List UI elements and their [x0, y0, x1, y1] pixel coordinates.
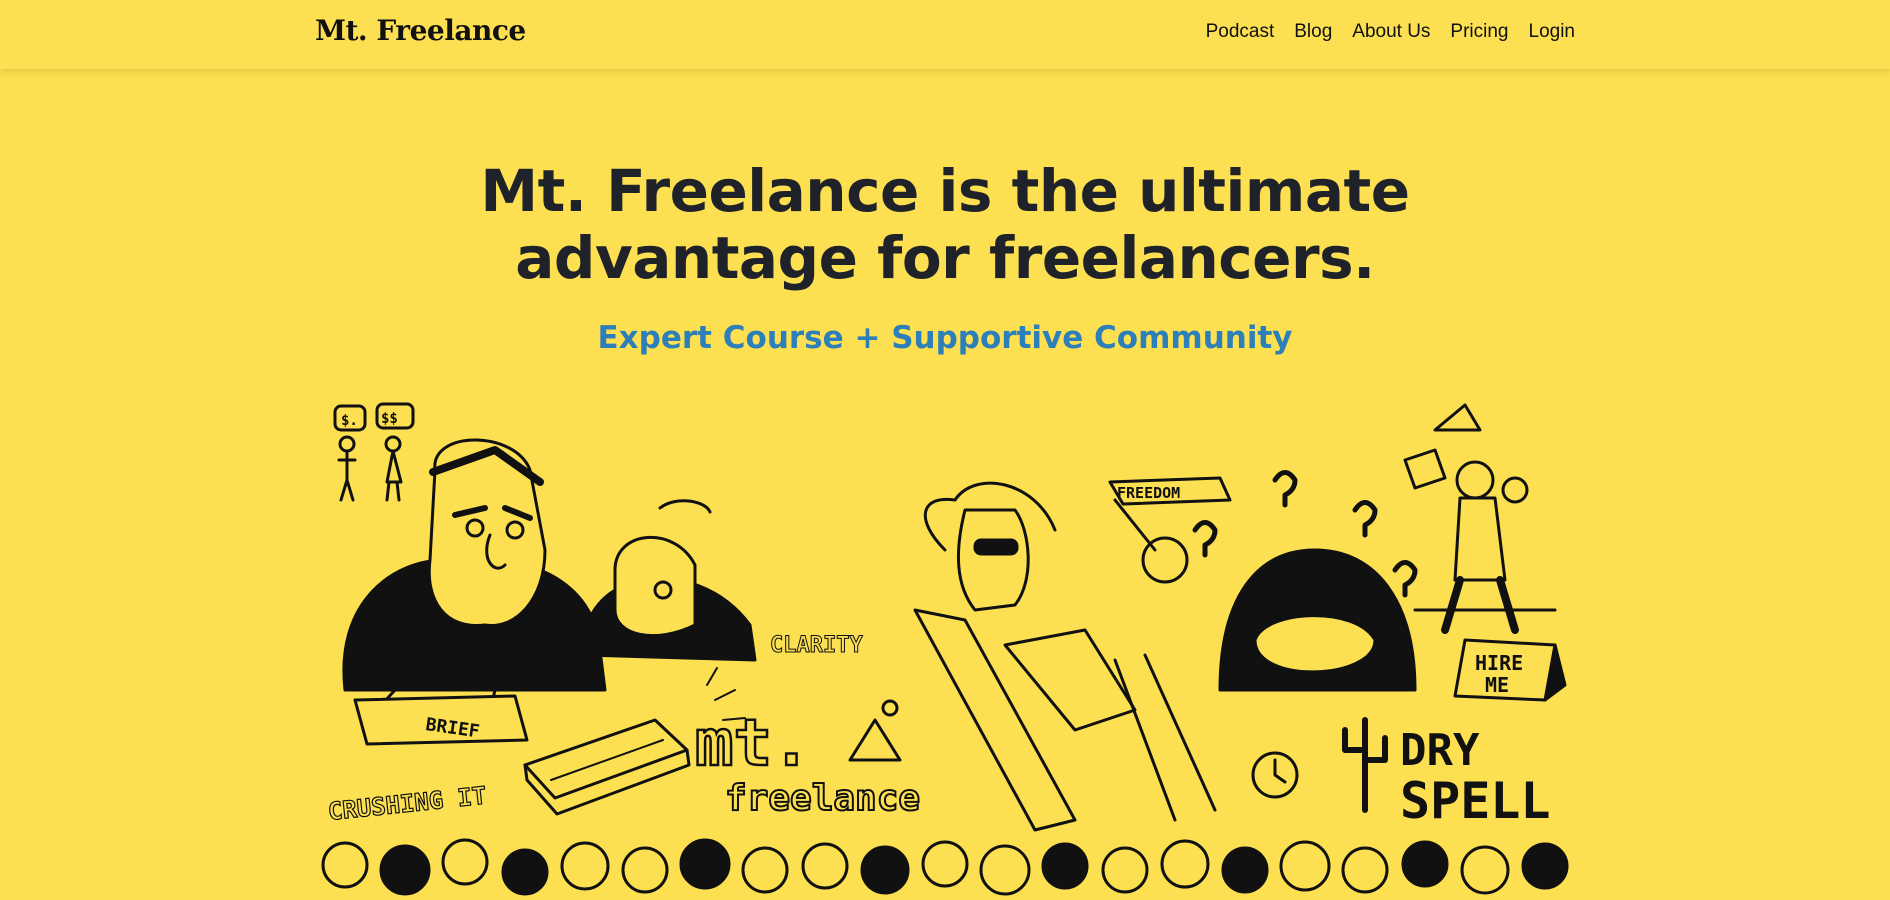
- me-label: ME: [1485, 673, 1509, 697]
- worried-person-doodle: [1192, 470, 1418, 692]
- clock-cactus-doodle: [1251, 717, 1388, 813]
- site-logo[interactable]: Mt. Freelance: [315, 14, 526, 47]
- nav-link-podcast[interactable]: Podcast: [1206, 21, 1275, 43]
- hire-label: HIRE: [1475, 651, 1523, 675]
- top-navbar: Mt. Freelance Podcast Blog About Us Pric…: [0, 0, 1890, 69]
- speech-bubble-1: $.: [341, 413, 358, 429]
- main-nav: Podcast Blog About Us Pricing Login: [1206, 21, 1575, 43]
- hero-illustration: $. $$ FREEDOM CLARITY BRIEF CRUSHING IT …: [315, 400, 1575, 900]
- beach-lady-doodle: [913, 481, 1217, 832]
- clarity-label: CLARITY: [770, 633, 863, 658]
- hero-subtitle: Expert Course + Supportive Community: [597, 320, 1293, 356]
- doodle-illustration: $. $$ FREEDOM CLARITY BRIEF CRUSHING IT …: [321, 402, 1569, 896]
- grumpy-boss-doodle: [342, 438, 607, 714]
- hero-title: Mt. Freelance is the ultimate advantage …: [0, 158, 1890, 292]
- juggling-figure-doodle: [1403, 403, 1557, 634]
- nav-link-pricing[interactable]: Pricing: [1450, 21, 1508, 43]
- crowd-doodle: [321, 838, 1569, 896]
- crushing-it-label: CRUSHING IT: [327, 782, 488, 826]
- nav-link-blog[interactable]: Blog: [1294, 21, 1332, 43]
- speech-bubble-2: $$: [381, 411, 398, 427]
- mt-logo-text: mt.: [695, 707, 811, 781]
- mountain-doodle: [848, 699, 902, 762]
- spell-label: SPELL: [1400, 772, 1551, 830]
- hero-title-line-1: Mt. Freelance is the ultimate: [480, 157, 1410, 225]
- hero-title-line-2: advantage for freelancers.: [515, 224, 1375, 292]
- nav-link-login[interactable]: Login: [1529, 21, 1576, 43]
- dry-label: DRY: [1400, 725, 1480, 776]
- freedom-label: FREEDOM: [1117, 484, 1180, 502]
- freelance-logo-text: freelance: [725, 778, 920, 819]
- bearded-man-doodle: [583, 499, 757, 662]
- nav-link-about-us[interactable]: About Us: [1352, 21, 1430, 43]
